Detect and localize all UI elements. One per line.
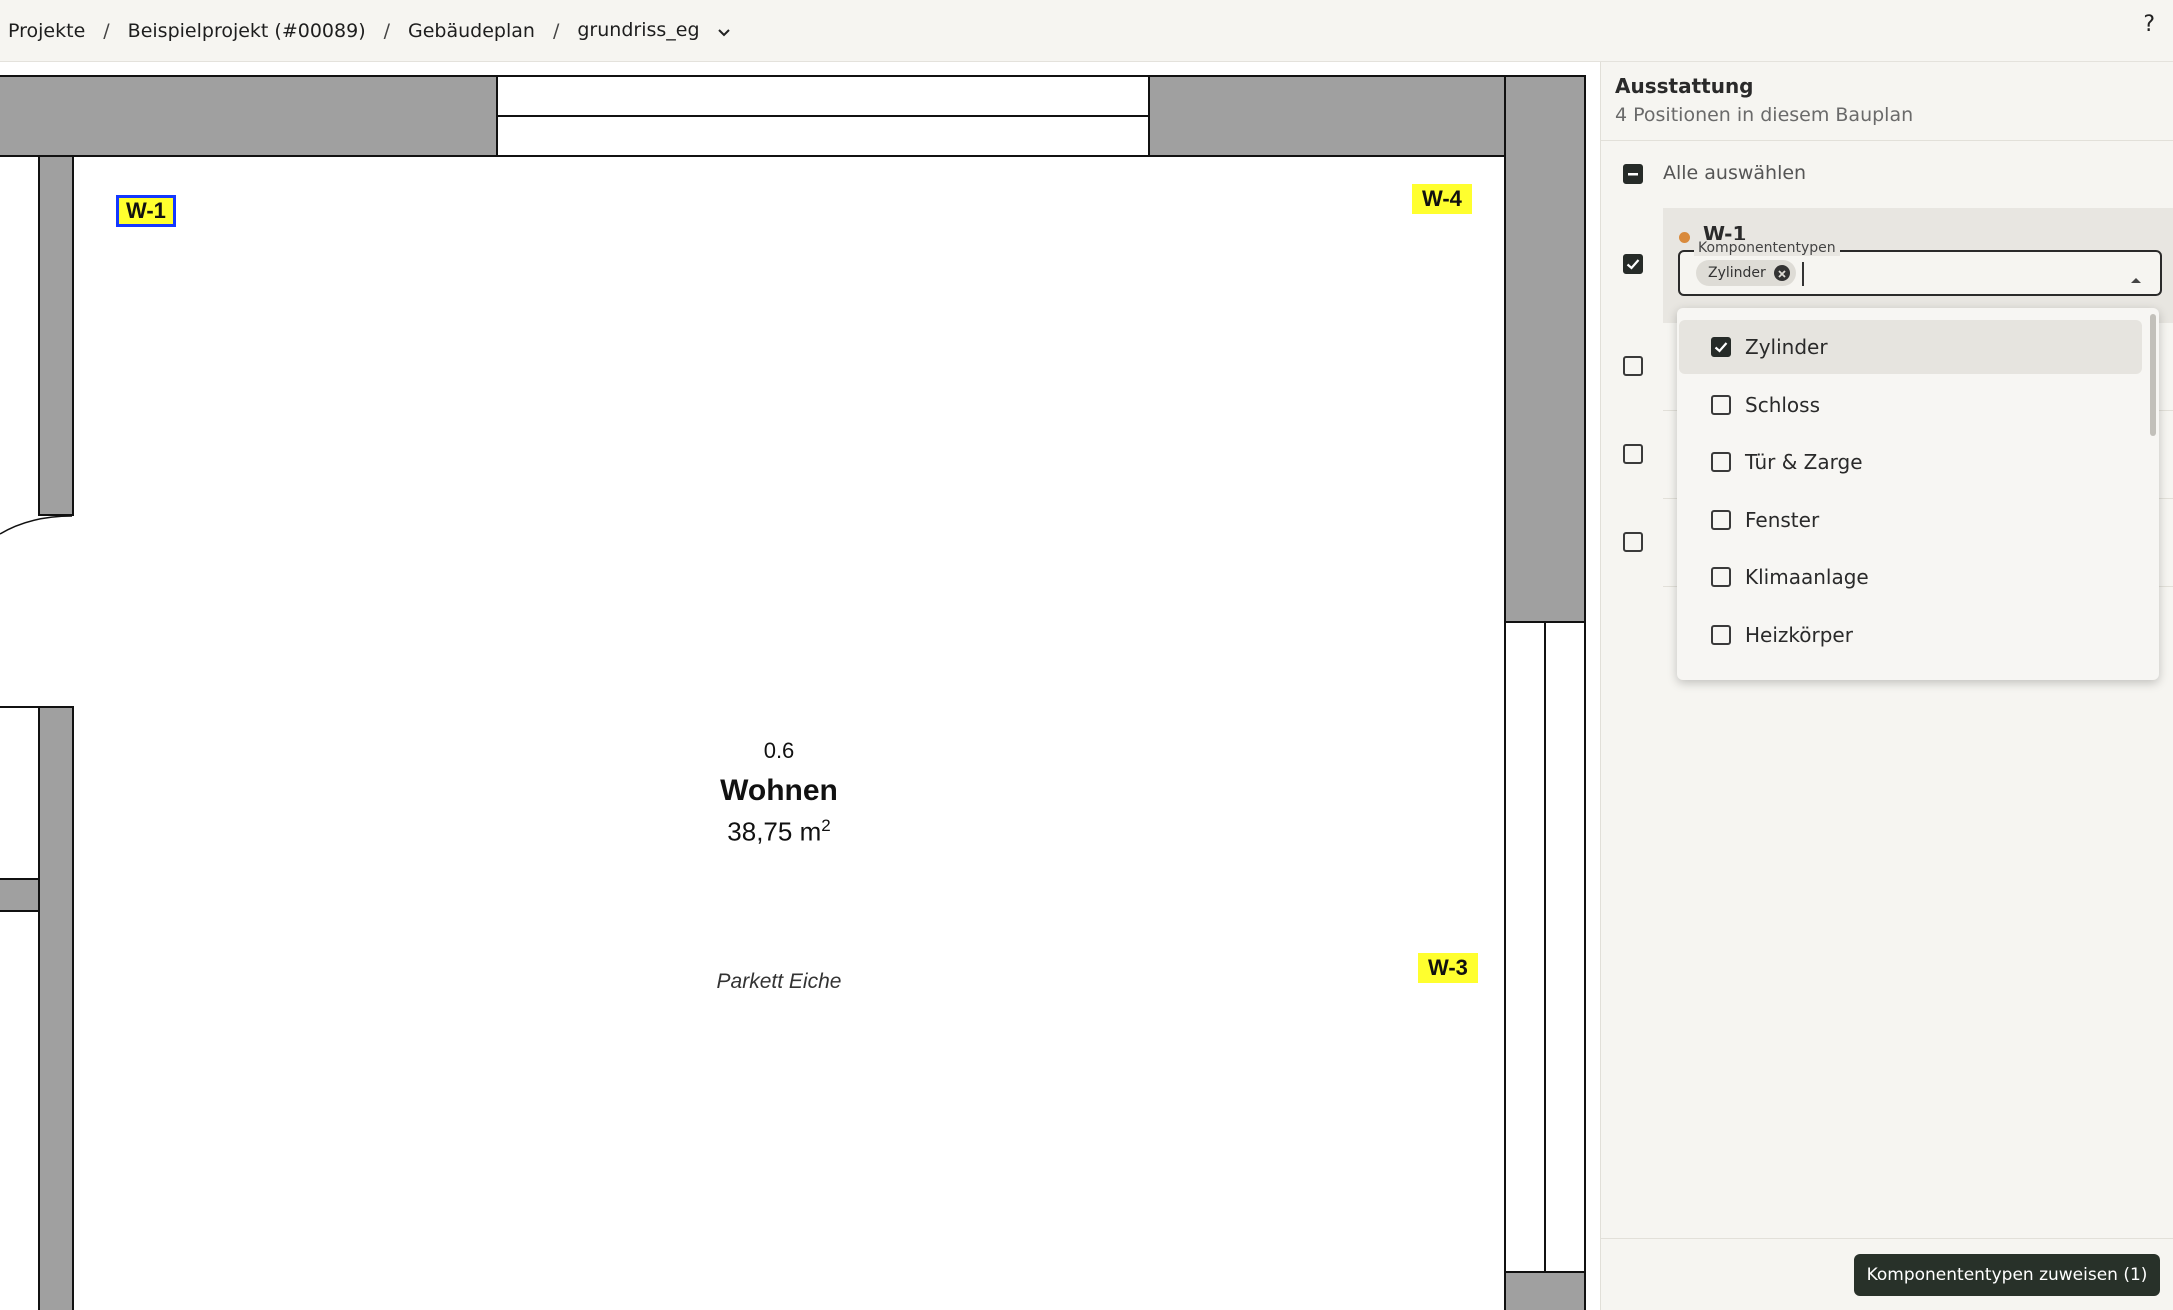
- room-area: 38,75 m2: [629, 816, 929, 848]
- chevron-down-icon: [717, 20, 730, 42]
- breadcrumb-separator: /: [103, 19, 110, 42]
- option-label: Schloss: [1745, 393, 1820, 417]
- window-right: [1504, 621, 1586, 1275]
- item-checkbox-w1[interactable]: [1623, 254, 1643, 274]
- wall-left-stub: [0, 878, 40, 912]
- option-fenster[interactable]: Fenster: [1679, 493, 2142, 547]
- footer-divider: [1601, 1238, 2173, 1239]
- option-checkbox[interactable]: [1711, 337, 1731, 357]
- top-bar: Projekte / Beispielprojekt (#00089) / Ge…: [0, 0, 2173, 62]
- breadcrumb-project[interactable]: Beispielprojekt (#00089): [128, 20, 366, 42]
- wall-top-right: [1148, 75, 1510, 157]
- chip-zylinder: Zylinder: [1696, 260, 1796, 286]
- option-checkbox[interactable]: [1711, 625, 1731, 645]
- room-area-value: 38,75 m: [727, 816, 822, 847]
- option-label: Klimaanlage: [1745, 565, 1869, 589]
- panel-title: Ausstattung: [1615, 74, 1754, 98]
- text-caret: [1802, 262, 1804, 286]
- option-label: Heizkörper: [1745, 623, 1853, 647]
- option-checkbox[interactable]: [1711, 567, 1731, 587]
- option-tuer-zarge[interactable]: Tür & Zarge: [1679, 435, 2142, 489]
- equipment-panel: Ausstattung 4 Positionen in diesem Baupl…: [1600, 62, 2173, 1310]
- option-heizkoerper[interactable]: Heizkörper: [1679, 608, 2142, 662]
- breadcrumb-building-plan[interactable]: Gebäudeplan: [408, 20, 535, 42]
- component-types-label: Komponententypen: [1694, 240, 1840, 256]
- chip-label: Zylinder: [1708, 265, 1766, 281]
- option-klimaanlage[interactable]: Klimaanlage: [1679, 550, 2142, 604]
- wall-left-upper: [38, 155, 74, 516]
- room-area-exponent: 2: [821, 816, 831, 835]
- assign-component-types-button[interactable]: Komponententypen zuweisen (1): [1854, 1254, 2160, 1296]
- component-types-select[interactable]: Komponententypen Zylinder: [1678, 240, 2162, 296]
- option-label: Tür & Zarge: [1745, 450, 1863, 474]
- room-floor-material: Parkett Eiche: [716, 970, 842, 993]
- dropdown-scrollbar[interactable]: [2150, 314, 2156, 436]
- wall-right-upper: [1504, 75, 1586, 623]
- option-checkbox[interactable]: [1711, 452, 1731, 472]
- item-row-w1[interactable]: W-1 Komponententypen Zylinder: [1663, 208, 2173, 323]
- breadcrumb-plan-select[interactable]: grundriss_eg: [577, 19, 730, 42]
- item-checkbox-3[interactable]: [1623, 444, 1643, 464]
- item-checkbox-4[interactable]: [1623, 532, 1643, 552]
- wall-top-left: [0, 75, 498, 157]
- option-label: Fenster: [1745, 508, 1820, 532]
- status-dot: [1679, 232, 1690, 243]
- wall-left-lower: [38, 706, 74, 1310]
- item-checkbox-2[interactable]: [1623, 356, 1643, 376]
- wall-right-lower: [1504, 1271, 1586, 1310]
- tag-w3[interactable]: W-3: [1418, 953, 1478, 983]
- room-name: Wohnen: [720, 774, 838, 807]
- select-all-label: Alle auswählen: [1663, 162, 1807, 184]
- room-edge-top: [72, 155, 1506, 157]
- option-checkbox[interactable]: [1711, 510, 1731, 530]
- option-checkbox[interactable]: [1711, 395, 1731, 415]
- breadcrumb-separator: /: [383, 19, 391, 42]
- plan-name: grundriss_eg: [577, 19, 700, 42]
- room-number: 0.6: [763, 738, 795, 763]
- select-all-checkbox[interactable]: [1623, 164, 1643, 184]
- room-edge-left-a: [0, 706, 40, 708]
- divider: [1601, 140, 2173, 141]
- option-schloss[interactable]: Schloss: [1679, 378, 2142, 432]
- chip-remove-icon[interactable]: [1773, 265, 1790, 281]
- tag-w1[interactable]: W-1: [116, 195, 176, 227]
- breadcrumb-separator: /: [552, 19, 560, 42]
- tag-w4[interactable]: W-4: [1412, 184, 1472, 214]
- option-zylinder[interactable]: Zylinder: [1679, 320, 2142, 374]
- option-label: Zylinder: [1745, 335, 1828, 359]
- door-swing-arc: [0, 515, 73, 535]
- help-button[interactable]: ?: [2143, 12, 2155, 37]
- window-top: [496, 75, 1150, 157]
- breadcrumb-projekte[interactable]: Projekte: [8, 20, 85, 42]
- breadcrumb: Projekte / Beispielprojekt (#00089) / Ge…: [0, 19, 730, 42]
- floor-plan-canvas[interactable]: W-1 W-4 W-3 0.6 Wohnen 38,75 m2 Parkett …: [0, 62, 1600, 1310]
- component-types-dropdown[interactable]: Zylinder Schloss Tür & Zarge Fenster Kli…: [1677, 308, 2159, 680]
- panel-subtitle: 4 Positionen in diesem Bauplan: [1615, 104, 1914, 126]
- arrow-up-icon[interactable]: [2130, 269, 2142, 288]
